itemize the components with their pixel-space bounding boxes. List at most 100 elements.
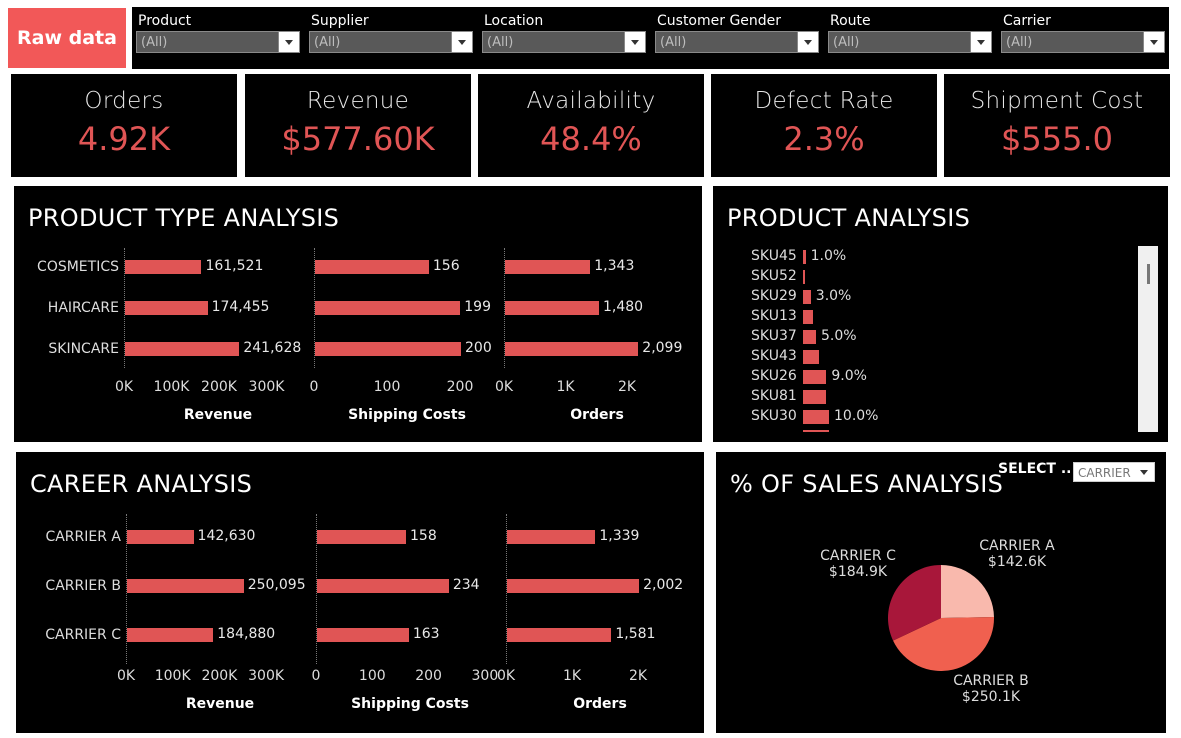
pie-label: CARRIER A $142.6K [967, 538, 1067, 570]
carrier-select[interactable]: CARRIER [1073, 462, 1155, 482]
revenue-bar [127, 530, 194, 544]
kpi-value: 2.3% [783, 120, 865, 158]
chevron-down-icon [1140, 470, 1148, 475]
axis-tick: 200 [415, 668, 442, 684]
sku-bar [803, 250, 806, 264]
filter-product: Product (All) [134, 11, 300, 53]
shipping-value-label: 199 [464, 299, 491, 315]
revenue-value-label: 161,521 [205, 258, 264, 274]
filter-route-select[interactable]: (All) [828, 31, 992, 53]
filter-value: (All) [141, 35, 168, 50]
revenue-value-label: 241,628 [243, 340, 302, 356]
sku-percent-label: 3.0% [815, 288, 852, 304]
product-analysis-list[interactable]: SKU45 1.0% SKU52 SKU29 3.0% SKU13 SKU37 5.0% SKU… [713, 246, 1133, 432]
filter-location-select[interactable]: (All) [482, 31, 646, 53]
pie-label-name: CARRIER B [953, 673, 1029, 689]
filter-value: (All) [833, 35, 860, 50]
carrier-select-value: CARRIER [1078, 466, 1131, 480]
dropdown-button[interactable] [451, 32, 472, 52]
chevron-down-icon [285, 39, 293, 45]
filter-value: (All) [660, 35, 687, 50]
axis-tick: 100 [373, 379, 401, 395]
orders-value-label: 2,099 [642, 340, 683, 356]
filter-label: Carrier [1003, 13, 1051, 29]
filter-carrier-select[interactable]: (All) [1001, 31, 1165, 53]
chevron-down-icon [631, 39, 639, 45]
category-label: CARRIER B [45, 578, 121, 594]
axis-tick: 200K [201, 379, 237, 395]
chevron-down-icon [804, 39, 812, 45]
revenue-axis-title: Revenue [185, 696, 255, 712]
raw-data-button[interactable]: Raw data [8, 8, 126, 68]
kpi-value: $555.0 [1001, 120, 1113, 158]
axis-tick: 2K [628, 668, 648, 684]
sku-bar [803, 350, 819, 364]
kpi-value: 48.4% [540, 120, 642, 158]
orders-bar [507, 628, 612, 642]
shipping-bar [317, 530, 406, 544]
scrollbar-thumb[interactable] [1147, 264, 1150, 284]
chevron-down-icon [1150, 39, 1158, 45]
pie-slice-carrier-a[interactable] [941, 565, 994, 618]
filter-value: (All) [487, 35, 514, 50]
filter-customer-gender-select[interactable]: (All) [655, 31, 819, 53]
scrollbar[interactable] [1138, 246, 1158, 432]
filter-label: Product [138, 13, 192, 29]
sales-pie-chart [888, 565, 994, 671]
dropdown-button[interactable] [278, 32, 299, 52]
axis-tick: 100K [153, 379, 190, 395]
axis-tick: 200K [201, 668, 238, 684]
category-label: CARRIER C [45, 627, 121, 643]
axis-tick: 200 [446, 379, 474, 395]
sales-title: % OF SALES ANALYSIS [730, 470, 1004, 498]
kpi-value: 4.92K [77, 120, 171, 158]
revenue-value-label: 142,630 [197, 528, 256, 544]
pie-label-name: CARRIER C [820, 548, 896, 564]
orders-bar [505, 342, 639, 356]
career-title: CAREER ANALYSIS [30, 470, 253, 498]
sku-bar [803, 390, 827, 404]
chevron-down-icon [977, 39, 985, 45]
kpi-label: Orders [84, 88, 164, 114]
dropdown-button[interactable] [970, 32, 991, 52]
revenue-bar [127, 579, 244, 593]
filter-carrier: Carrier (All) [999, 11, 1165, 53]
dropdown-button[interactable] [624, 32, 645, 52]
kpi-label: Revenue [306, 88, 410, 114]
filter-label: Route [830, 13, 871, 29]
orders-bar [507, 579, 640, 593]
pie-label-value: $184.9K [828, 564, 888, 580]
orders-value-label: 2,002 [643, 577, 684, 593]
axis-tick: 0 [309, 379, 319, 395]
filter-product-select[interactable]: (All) [136, 31, 300, 53]
kpi-label: Availability [526, 88, 656, 114]
category-label: SKINCARE [48, 341, 119, 357]
shipping-value-label: 200 [465, 340, 492, 356]
revenue-bar [125, 260, 202, 274]
product-type-title: PRODUCT TYPE ANALYSIS [28, 204, 340, 232]
sku-label: SKU29 [751, 288, 797, 304]
filter-supplier-select[interactable]: (All) [309, 31, 473, 53]
sku-label: SKU30 [751, 408, 797, 424]
shipping-bar [317, 628, 409, 642]
dropdown-button[interactable] [1143, 32, 1164, 52]
select-label: SELECT .. [998, 461, 1072, 477]
revenue-bar [127, 628, 214, 642]
shipping-bar [315, 301, 461, 315]
filter-bar: Product (All) Supplier (All) Location (All) Cu… [132, 7, 1169, 69]
axis-tick: 300K [248, 668, 285, 684]
sku-label: SKU81 [751, 388, 797, 404]
dropdown-button[interactable] [797, 32, 818, 52]
sku-bar [803, 310, 814, 324]
shipping-value-label: 163 [412, 626, 440, 642]
axis-tick: 100 [358, 668, 386, 684]
chevron-down-icon [458, 39, 466, 45]
shipping-axis-title: Shipping Costs [348, 407, 466, 423]
sku-percent-label: 9.0% [831, 368, 867, 384]
sku-bar [803, 270, 805, 284]
sku-bar [803, 290, 811, 304]
kpi-value: $577.60K [281, 120, 435, 158]
pie-label: CARRIER B $250.1K [941, 673, 1041, 705]
sku-bar [803, 410, 829, 424]
kpi-label: Shipment Cost [970, 88, 1144, 114]
